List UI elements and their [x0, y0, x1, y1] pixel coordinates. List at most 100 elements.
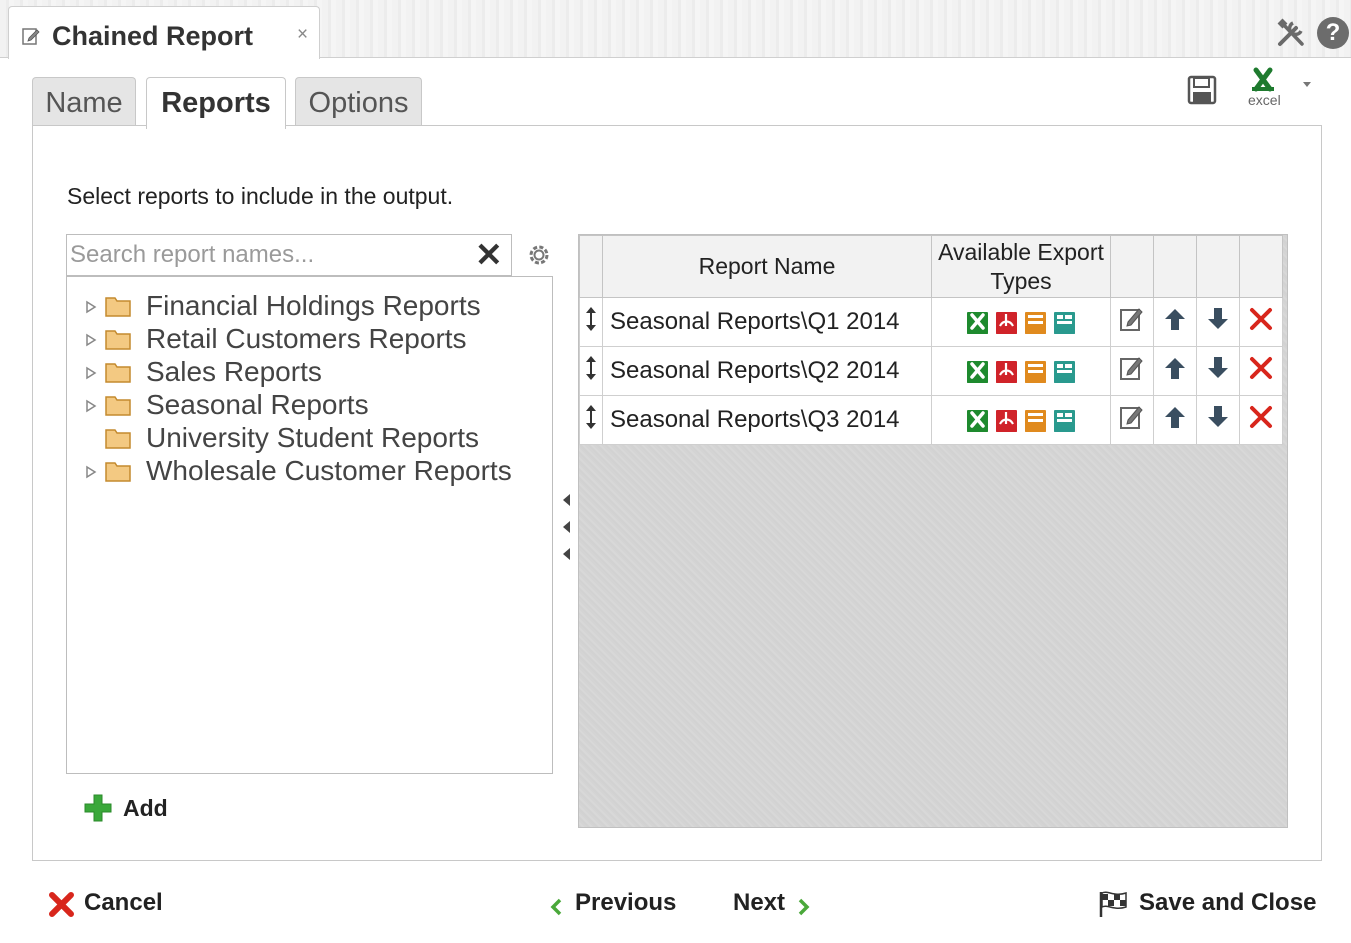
move-down-button[interactable]	[1196, 297, 1240, 347]
move-up-button[interactable]	[1153, 395, 1197, 445]
arrow-up-icon	[1165, 308, 1185, 330]
move-down-button[interactable]	[1196, 395, 1240, 445]
next-button[interactable]: Next	[733, 887, 823, 923]
tree-item-label: Wholesale Customer Reports	[146, 455, 512, 486]
delete-column-header	[1239, 235, 1283, 298]
cancel-icon	[49, 892, 74, 917]
tree-item-label: University Student Reports	[146, 422, 480, 453]
edit-row-button[interactable]	[1110, 346, 1154, 396]
cancel-button[interactable]: Cancel	[48, 887, 178, 923]
folder-icon	[105, 429, 131, 449]
excel-icon: excel	[1248, 67, 1311, 108]
save-and-close-button[interactable]: Save and Close	[1098, 887, 1318, 923]
delete-row-button[interactable]	[1239, 346, 1283, 396]
export-types-cell	[931, 297, 1111, 347]
tree-item-label: Seasonal Reports	[146, 389, 369, 420]
delete-icon	[1250, 405, 1272, 428]
edit-icon	[1120, 307, 1143, 331]
arrow-down-icon	[1208, 307, 1228, 329]
instruction-text: Select reports to include in the output.	[67, 183, 454, 209]
report-name-cell: Seasonal Reports\Q3 2014	[602, 395, 932, 445]
report-name-header: Report Name	[602, 235, 932, 298]
expand-arrow-icon[interactable]	[85, 399, 97, 413]
tab-options[interactable]: Options	[295, 77, 422, 127]
export-types-cell	[931, 346, 1111, 396]
document-title: Chained Report	[52, 21, 254, 51]
close-tab-icon[interactable]: ×	[297, 24, 308, 46]
drag-handle-icon	[586, 405, 596, 429]
edit-row-button[interactable]	[1110, 395, 1154, 445]
export-csv-icon	[1054, 360, 1075, 383]
export-html-icon	[1025, 311, 1046, 334]
export-pdf-icon	[996, 360, 1017, 383]
delete-row-button[interactable]	[1239, 395, 1283, 445]
chevron-right-icon	[798, 898, 810, 916]
tree-item-label: Sales Reports	[146, 356, 322, 387]
export-pdf-icon	[996, 409, 1017, 432]
drag-handle[interactable]	[579, 395, 603, 445]
tree-item-label: Retail Customers Reports	[146, 323, 467, 354]
move-down-button[interactable]	[1196, 346, 1240, 396]
export-csv-icon	[1054, 311, 1075, 334]
add-button-label: Add	[123, 795, 168, 821]
checkered-flag-icon	[1099, 891, 1127, 917]
report-name-cell: Seasonal Reports\Q1 2014	[602, 297, 932, 347]
report-row[interactable]: Seasonal Reports\Q2 2014	[579, 346, 1283, 396]
drag-handle[interactable]	[579, 346, 603, 396]
collapse-arrows-icon[interactable]	[560, 490, 574, 570]
arrow-up-icon	[1165, 357, 1185, 379]
delete-icon	[1250, 356, 1272, 379]
folder-icon	[105, 363, 131, 383]
export-html-icon	[1025, 409, 1046, 432]
export-pdf-icon	[996, 311, 1017, 334]
selected-reports-grid: Report Name Available Export Types Seaso…	[578, 234, 1288, 828]
tree-item-label: Financial Holdings Reports	[146, 290, 481, 321]
drag-handle-icon	[586, 356, 596, 380]
next-label: Next	[733, 889, 786, 916]
export-types-cell	[931, 395, 1111, 445]
excel-export-menu[interactable]: excel	[1246, 67, 1316, 112]
search-input[interactable]	[70, 239, 470, 271]
save-and-close-label: Save and Close	[1139, 889, 1317, 916]
expand-arrow-icon[interactable]	[85, 300, 97, 314]
cancel-label: Cancel	[84, 889, 163, 916]
move-up-button[interactable]	[1153, 346, 1197, 396]
tab-reports[interactable]: Reports	[146, 77, 286, 129]
previous-label: Previous	[575, 889, 677, 916]
expand-arrow-icon[interactable]	[85, 366, 97, 380]
gear-icon[interactable]	[526, 242, 552, 268]
edit-icon	[1120, 356, 1143, 380]
drag-handle[interactable]	[579, 297, 603, 347]
previous-button[interactable]: Previous	[548, 887, 678, 923]
folder-icon	[105, 396, 131, 416]
help-icon[interactable]: ?	[1317, 17, 1349, 49]
delete-icon	[1250, 307, 1272, 330]
clear-search-icon[interactable]: ✕	[475, 237, 503, 273]
export-excel-icon	[967, 409, 988, 432]
plus-icon	[84, 794, 112, 822]
export-excel-icon	[967, 311, 988, 334]
document-tab[interactable]: Chained Report ×	[8, 6, 320, 59]
up-column-header	[1153, 235, 1197, 298]
report-name-cell: Seasonal Reports\Q2 2014	[602, 346, 932, 396]
tools-icon[interactable]	[1276, 18, 1308, 48]
report-row[interactable]: Seasonal Reports\Q1 2014	[579, 297, 1283, 347]
tab-name[interactable]: Name	[32, 77, 136, 127]
export-html-icon	[1025, 360, 1046, 383]
edit-row-button[interactable]	[1110, 297, 1154, 347]
arrow-up-icon	[1165, 406, 1185, 428]
folder-icon	[105, 330, 131, 350]
edit-icon	[22, 28, 40, 45]
arrow-down-icon	[1208, 405, 1228, 427]
move-up-button[interactable]	[1153, 297, 1197, 347]
export-excel-icon	[967, 360, 988, 383]
expand-arrow-icon[interactable]	[85, 465, 97, 479]
delete-row-button[interactable]	[1239, 297, 1283, 347]
report-tree: Financial Holdings Reports Retail Custom…	[66, 276, 553, 774]
report-row[interactable]: Seasonal Reports\Q3 2014	[579, 395, 1283, 445]
edit-icon	[1120, 405, 1143, 429]
save-icon[interactable]	[1186, 75, 1218, 105]
report-search-box: ✕	[66, 234, 512, 276]
down-column-header	[1196, 235, 1240, 298]
expand-arrow-icon[interactable]	[85, 333, 97, 347]
